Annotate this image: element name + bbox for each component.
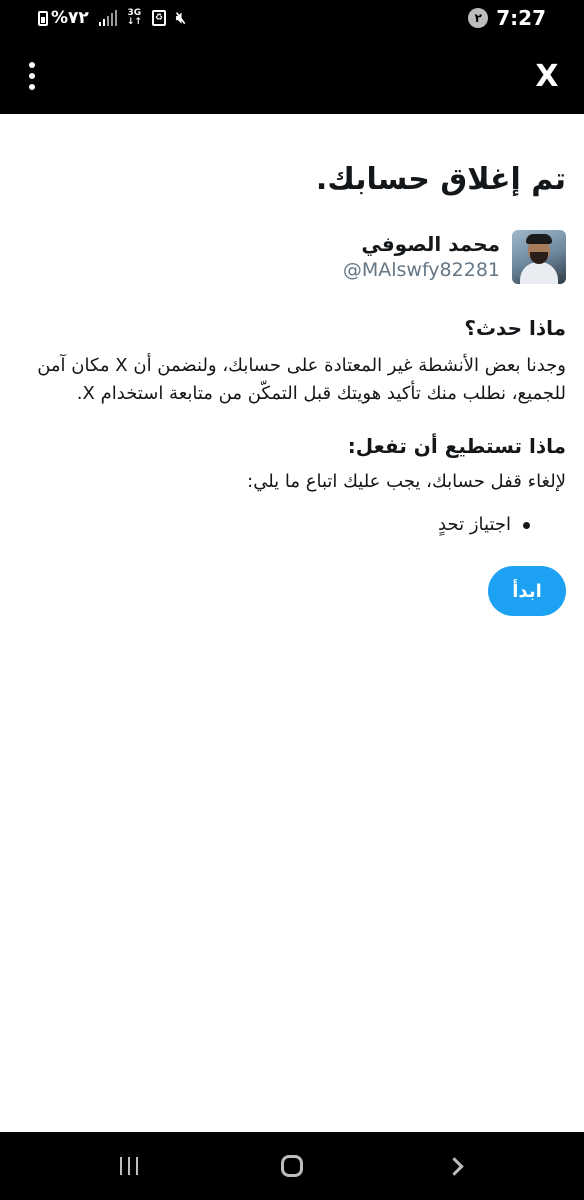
battery-percent: %٧٢: [51, 8, 89, 28]
screen: %٧٢ 3G ↓↑ ♻ 🔇︎ ٢ 7:27 X تم إغلاق حسابك.: [0, 0, 584, 1200]
what-you-can-do-text: لإلغاء قفل حسابك، يجب عليك اتباع ما يلي:: [247, 471, 566, 492]
back-icon[interactable]: [444, 1152, 468, 1180]
user-names: محمد الصوفي @MAlswfy82281: [343, 231, 500, 283]
status-icons-left: %٧٢ 3G ↓↑ ♻ 🔇︎: [38, 5, 186, 31]
bullet-icon: [523, 521, 530, 529]
what-you-can-do-heading: ماذا تستطيع أن تفعل:: [347, 434, 566, 458]
app-header: X: [0, 36, 584, 114]
network-3g-icon: 3G ↓↑: [126, 8, 142, 27]
start-button[interactable]: ابدأ: [488, 566, 566, 616]
what-happened-text: وجدنا بعض الأنشطة غير المعتادة على حسابك…: [37, 355, 566, 404]
main-content: تم إغلاق حسابك. محمد الصوفي @MAlswfy8228…: [0, 114, 584, 616]
steps-list: اجتياز تحدٍ: [18, 510, 566, 540]
clock: 7:27: [496, 6, 546, 30]
avatar: [512, 230, 566, 284]
recycle-icon: ♻: [151, 10, 166, 26]
system-nav-bar: [0, 1132, 584, 1200]
battery-icon: [38, 10, 48, 26]
more-vertical-icon[interactable]: [18, 56, 46, 96]
step-label: اجتياز تحدٍ: [438, 514, 511, 535]
page-title: تم إغلاق حسابك.: [315, 162, 566, 197]
status-icons-right: ٢ 7:27: [468, 4, 546, 32]
user-card: محمد الصوفي @MAlswfy82281: [18, 230, 566, 284]
recent-apps-icon[interactable]: [114, 1152, 144, 1180]
user-display-name: محمد الصوفي: [361, 232, 500, 256]
battery-group: %٧٢: [38, 8, 89, 28]
mute-icon: 🔇︎: [175, 8, 186, 27]
what-happened-heading: ماذا حدث؟: [464, 316, 566, 340]
home-icon[interactable]: [278, 1152, 306, 1180]
close-button[interactable]: X: [532, 56, 562, 96]
list-item: اجتياز تحدٍ: [18, 510, 530, 540]
status-bar: %٧٢ 3G ↓↑ ♻ 🔇︎ ٢ 7:27: [0, 0, 584, 36]
user-handle: @MAlswfy82281: [342, 259, 500, 281]
notification-badge: ٢: [468, 8, 489, 28]
signal-icon: [98, 10, 117, 26]
